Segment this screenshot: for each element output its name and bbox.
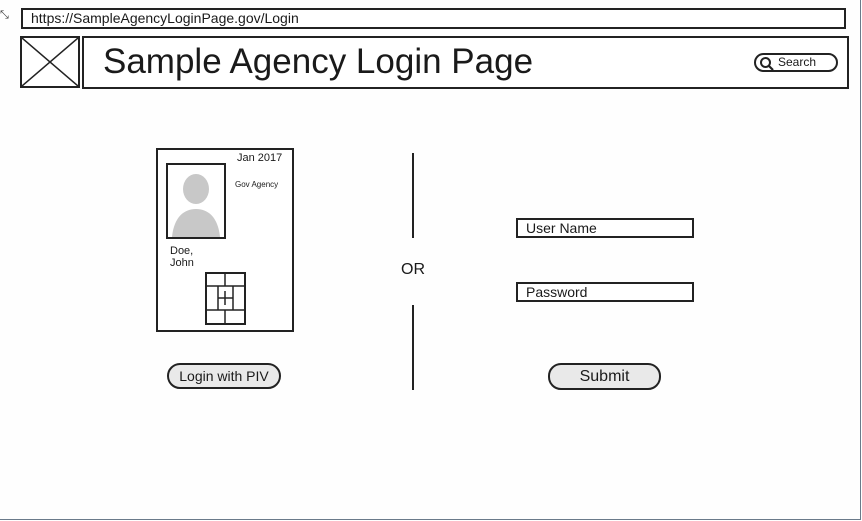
search-label: Search <box>778 55 817 69</box>
address-bar-url: https://SampleAgencyLoginPage.gov/Login <box>31 10 299 26</box>
person-silhouette-icon <box>172 174 220 237</box>
logo-placeholder <box>20 36 80 88</box>
vertical-divider-bottom <box>412 305 414 390</box>
search-icon <box>760 57 774 71</box>
card-date: Jan 2017 <box>237 152 283 164</box>
image-placeholder-icon <box>22 38 78 86</box>
smartcard-chip-icon <box>205 272 246 325</box>
password-field[interactable] <box>516 282 694 302</box>
page-title: Sample Agency Login Page <box>103 42 534 81</box>
card-name-first: John <box>170 257 194 269</box>
or-separator-label: OR <box>401 261 425 278</box>
piv-card: Jan 2017 Gov Agency Doe, John <box>156 148 294 332</box>
card-name: Doe, John <box>170 245 194 269</box>
card-name-last: Doe, <box>170 245 194 257</box>
search-box[interactable]: Search <box>754 53 838 72</box>
app-window: ⤡ https://SampleAgencyLoginPage.gov/Logi… <box>0 0 861 520</box>
page-header: Sample Agency Login Page Search <box>82 36 849 89</box>
resize-cursor-icon: ⤡ <box>0 9 9 21</box>
username-field[interactable] <box>516 218 694 238</box>
card-agency: Gov Agency <box>235 180 279 189</box>
address-bar[interactable]: https://SampleAgencyLoginPage.gov/Login <box>21 8 846 29</box>
card-photo <box>166 163 226 239</box>
vertical-divider-top <box>412 153 414 238</box>
login-with-piv-button[interactable]: Login with PIV <box>167 363 281 389</box>
submit-button[interactable]: Submit <box>548 363 661 390</box>
